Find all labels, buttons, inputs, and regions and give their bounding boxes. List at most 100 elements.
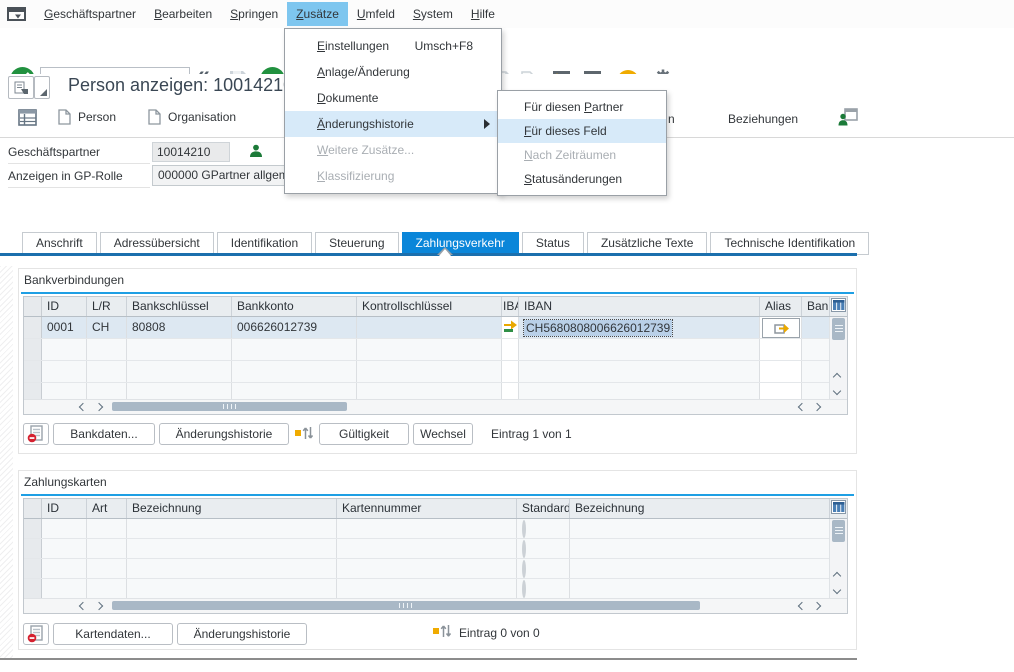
locator-tree-icon[interactable] — [18, 108, 38, 131]
bank-table-empty-row[interactable] — [24, 339, 830, 361]
scroll-left-icon[interactable] — [798, 602, 806, 610]
wechsel-button[interactable]: Wechsel — [413, 423, 473, 445]
column-header-bankkonto[interactable]: Bankkonto — [232, 297, 357, 316]
scrollbar-thumb[interactable] — [112, 601, 700, 610]
tab-status[interactable]: Status — [522, 232, 584, 255]
vertical-scrollbar[interactable] — [829, 519, 847, 599]
row-selector-header[interactable] — [24, 499, 42, 518]
organisation-button[interactable]: Organisation — [148, 109, 236, 125]
scrollbar-thumb[interactable] — [832, 520, 845, 542]
scroll-left-icon[interactable] — [79, 602, 87, 610]
scroll-right-icon[interactable] — [95, 403, 103, 411]
sort-order-icon[interactable] — [433, 623, 451, 642]
bank-aenderungshistorie-button[interactable]: Änderungshistorie — [159, 423, 289, 445]
column-header-iban-button[interactable]: IBAN — [502, 297, 519, 316]
beziehungen-button[interactable]: Beziehungen — [728, 112, 798, 126]
scroll-up-icon[interactable] — [833, 572, 841, 580]
person-button[interactable]: Person — [58, 109, 116, 125]
partner-number-field[interactable]: 10014210 — [152, 142, 230, 162]
horizontal-scrollbar[interactable] — [24, 598, 847, 613]
menu-zusaetze[interactable]: Zusätze — [287, 2, 348, 26]
cards-table-empty-row[interactable] — [24, 559, 830, 579]
bank-table-empty-row[interactable] — [24, 361, 830, 383]
column-header-standard[interactable]: Standard — [517, 499, 570, 518]
menu-geschaeftspartner[interactable]: Geschäftspartner — [35, 2, 145, 26]
services-for-object-button[interactable] — [8, 76, 34, 99]
row-selector-cell[interactable] — [24, 559, 42, 578]
column-header-iban[interactable]: IBAN — [519, 297, 760, 316]
horizontal-scrollbar[interactable] — [24, 399, 847, 414]
standard-radio[interactable] — [522, 580, 526, 598]
row-selector-header[interactable] — [24, 297, 42, 316]
scroll-right-icon[interactable] — [813, 602, 821, 610]
menu-umfeld[interactable]: Umfeld — [348, 2, 404, 26]
kartendaten-button[interactable]: Kartendaten... — [53, 623, 173, 645]
tab-adressuebersicht[interactable]: Adressübersicht — [100, 232, 214, 255]
menu-item-dokumente[interactable]: Dokumente — [285, 85, 501, 111]
scroll-down-icon[interactable] — [833, 387, 841, 395]
gueltigkeit-button[interactable]: Gültigkeit — [319, 423, 409, 445]
sort-order-icon[interactable] — [295, 425, 313, 444]
alias-button[interactable] — [762, 318, 800, 338]
column-header-bankschluessel[interactable]: Bankschlüssel — [127, 297, 232, 316]
menu-item-aenderungshistorie[interactable]: Änderungshistorie — [285, 111, 501, 137]
table-settings-icon[interactable] — [830, 297, 847, 316]
column-header-alias[interactable]: Alias — [760, 297, 802, 316]
column-header-bank[interactable]: Bank — [802, 297, 830, 316]
scroll-down-icon[interactable] — [833, 586, 841, 594]
scrollbar-thumb[interactable] — [112, 402, 347, 411]
row-selector-cell[interactable] — [24, 361, 42, 382]
scrollbar-thumb[interactable] — [832, 318, 845, 340]
cards-table-empty-row[interactable] — [24, 579, 830, 599]
cards-table-empty-row[interactable] — [24, 539, 830, 559]
column-header-art[interactable]: Art — [87, 499, 127, 518]
tab-anschrift[interactable]: Anschrift — [22, 232, 97, 255]
tab-zahlungsverkehr[interactable]: Zahlungsverkehr — [402, 232, 519, 255]
iban-value-selected[interactable]: CH5680808006626012739 — [524, 320, 672, 336]
column-header-id[interactable]: ID — [42, 499, 87, 518]
bank-table-empty-row[interactable] — [24, 383, 830, 400]
cards-table-empty-row[interactable] — [24, 519, 830, 539]
menu-system[interactable]: System — [404, 2, 462, 26]
column-header-bezeichnung[interactable]: Bezeichnung — [127, 499, 337, 518]
iban-display-button[interactable] — [502, 317, 519, 338]
column-header-id[interactable]: ID — [42, 297, 87, 316]
tab-technische-identifikation[interactable]: Technische Identifikation — [710, 232, 869, 255]
submenu-item-fuer-diesen-partner[interactable]: Für diesen Partner — [498, 95, 666, 119]
window-menu-icon[interactable] — [7, 7, 26, 21]
menu-item-einstellungen[interactable]: Einstellungen Umsch+F8 — [285, 33, 501, 59]
column-header-lr[interactable]: L/R — [87, 297, 127, 316]
row-selector-cell[interactable] — [24, 317, 42, 338]
row-selector-cell[interactable] — [24, 579, 42, 598]
services-for-object-dropdown[interactable] — [34, 76, 50, 99]
scroll-up-icon[interactable] — [833, 373, 841, 381]
table-settings-icon[interactable] — [830, 499, 847, 518]
submenu-item-fuer-dieses-feld[interactable]: Für dieses Feld — [498, 119, 666, 143]
cards-aenderungshistorie-button[interactable]: Änderungshistorie — [177, 623, 307, 645]
row-selector-cell[interactable] — [24, 383, 42, 399]
delete-card-row-button[interactable] — [23, 623, 49, 645]
scroll-left-icon[interactable] — [79, 403, 87, 411]
menu-hilfe[interactable]: Hilfe — [462, 2, 504, 26]
standard-radio[interactable] — [522, 520, 526, 538]
delete-bank-row-button[interactable] — [23, 423, 49, 445]
row-selector-cell[interactable] — [24, 339, 42, 360]
bankdaten-button[interactable]: Bankdaten... — [53, 423, 155, 445]
standard-radio[interactable] — [522, 560, 526, 578]
row-selector-cell[interactable] — [24, 539, 42, 558]
tab-identifikation[interactable]: Identifikation — [217, 232, 312, 255]
column-header-kartennummer[interactable]: Kartennummer — [337, 499, 517, 518]
role-dropdown[interactable]: 000000 GPartner allgemein — [152, 165, 306, 186]
standard-radio[interactable] — [522, 540, 526, 558]
scroll-right-icon[interactable] — [813, 403, 821, 411]
column-header-bezeichnung2[interactable]: Bezeichnung — [570, 499, 830, 518]
cell-iban[interactable]: CH5680808006626012739 — [519, 317, 760, 338]
relationships-person-icon[interactable] — [838, 108, 858, 129]
column-header-kontrollschluessel[interactable]: Kontrollschlüssel — [357, 297, 502, 316]
submenu-item-statusaenderungen[interactable]: Statusänderungen — [498, 167, 666, 191]
bank-table-row[interactable]: 0001 CH 80808 006626012739 CH56808080066… — [24, 317, 830, 339]
scroll-left-icon[interactable] — [798, 403, 806, 411]
row-selector-cell[interactable] — [24, 519, 42, 538]
vertical-scrollbar[interactable] — [829, 317, 847, 400]
menu-springen[interactable]: Springen — [221, 2, 287, 26]
